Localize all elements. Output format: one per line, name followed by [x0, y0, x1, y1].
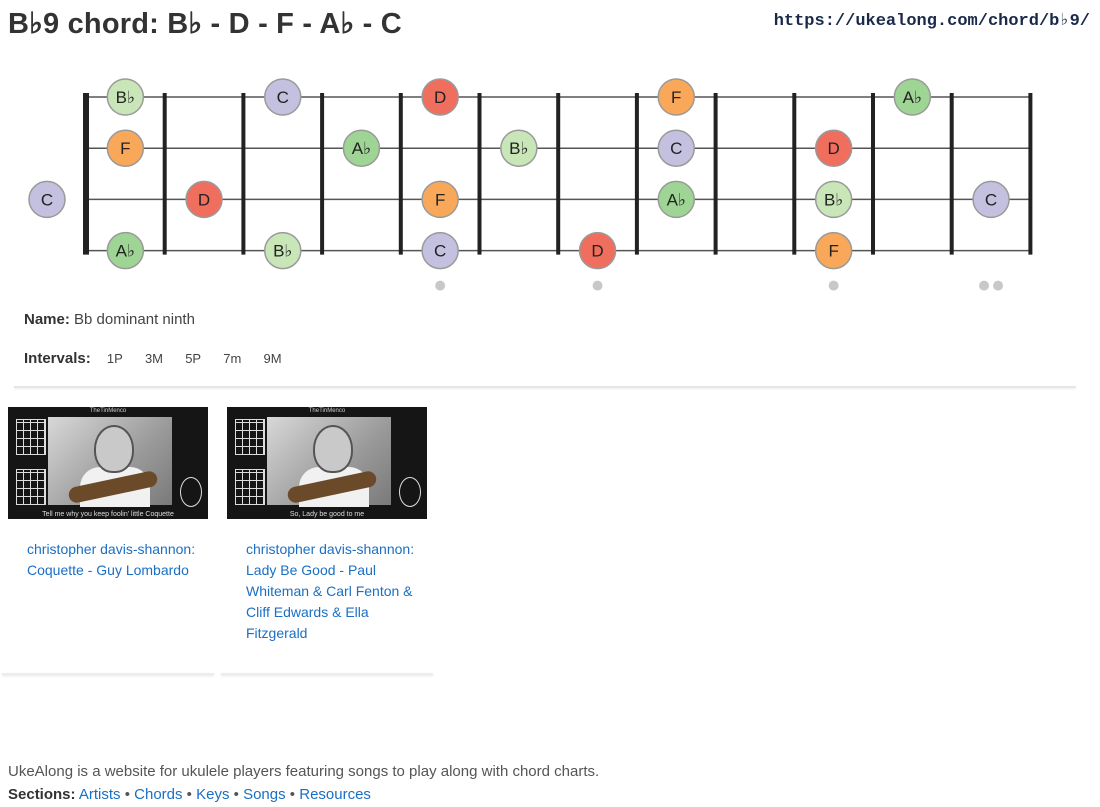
chord-diagram-icon: [235, 469, 265, 505]
video-card: TheTinMenco Tell me why you keep foolin'…: [2, 407, 214, 675]
note-label: A♭: [352, 139, 371, 158]
note-label: F: [120, 139, 130, 158]
note-label: D: [591, 242, 603, 261]
thumbnail-caption: So, Lady be good to me: [289, 511, 365, 518]
nav-link-chords[interactable]: Chords: [134, 786, 182, 803]
nav-separator: •: [186, 786, 192, 803]
page-url: https://ukealong.com/chord/b♭9/: [773, 12, 1090, 31]
note-label: C: [41, 190, 53, 209]
chord-diagram-icon: [235, 419, 265, 455]
note-label: A♭: [903, 88, 922, 107]
note-label: F: [828, 242, 838, 261]
chord-name-label: Name:: [24, 311, 70, 328]
fret-marker-dot: [993, 280, 1004, 291]
silhouette-logo-icon: [180, 477, 202, 507]
thumbnail-channel: TheTinMenco: [89, 408, 127, 414]
video-thumbnail[interactable]: TheTinMenco Tell me why you keep foolin'…: [8, 407, 208, 519]
interval-item: 7m: [223, 351, 242, 366]
note-label: F: [671, 88, 681, 107]
note-label: C: [670, 139, 682, 158]
note-label: B♭: [116, 88, 135, 107]
note-label: B♭: [824, 190, 843, 209]
sections-label: Sections:: [8, 786, 76, 803]
performer-photo: [48, 417, 172, 507]
note-label: A♭: [116, 242, 135, 261]
chord-name: Name: Bb dominant ninth: [24, 311, 195, 328]
silhouette-logo-icon: [399, 477, 421, 507]
chord-diagram-icon: [16, 469, 46, 505]
chord-intervals: Intervals: 1P 3M 5P 7m 9M: [24, 350, 282, 367]
fret-marker-dot: [592, 280, 603, 291]
note-label: B♭: [509, 139, 528, 158]
note-label: C: [277, 88, 289, 107]
video-link[interactable]: christopher davis-shannon: Coquette - Gu…: [27, 539, 197, 581]
interval-item: 9M: [263, 351, 282, 366]
chord-name-value: Bb dominant ninth: [74, 311, 195, 328]
nav-link-songs[interactable]: Songs: [243, 786, 286, 803]
nav-separator: •: [289, 786, 296, 803]
nav-separator: •: [124, 786, 130, 803]
interval-item: 3M: [144, 351, 164, 366]
sections-nav: Sections: Artists • Chords • Keys • Song…: [8, 786, 371, 803]
card-divider: [221, 673, 433, 675]
fret-marker-dot: [435, 280, 446, 291]
performer-photo: [267, 417, 391, 507]
note-label: C: [985, 190, 997, 209]
note-label: D: [434, 88, 446, 107]
section-divider: [14, 386, 1076, 388]
note-label: D: [198, 190, 210, 209]
note-label: A♭: [667, 190, 686, 209]
intervals-label: Intervals:: [24, 350, 91, 367]
note-label: F: [435, 190, 445, 209]
nav-link-resources[interactable]: Resources: [299, 786, 371, 803]
video-link[interactable]: christopher davis-shannon: Lady Be Good …: [246, 539, 416, 644]
note-label: D: [828, 139, 840, 158]
video-thumbnail[interactable]: TheTinMenco So, Lady be good to me: [227, 407, 427, 519]
fretboard-diagram: B♭ C D F A♭ F A♭ B♭ C D C D F A♭ B♭ C A♭ B♭ C D F: [28, 78, 1033, 291]
site-description: UkeAlong is a website for ukulele player…: [8, 763, 600, 780]
interval-item: 5P: [185, 351, 202, 366]
page-title: B♭9 chord: B♭ - D - F - A♭ - C: [8, 8, 402, 40]
fret-marker-dot: [828, 280, 839, 291]
chord-diagram-icon: [16, 419, 46, 455]
nav-link-keys[interactable]: Keys: [196, 786, 229, 803]
thumbnail-caption: Tell me why you keep foolin' little Coqu…: [42, 511, 174, 518]
card-divider: [2, 673, 214, 675]
note-label: B♭: [273, 242, 292, 261]
video-card: TheTinMenco So, Lady be good to me chris…: [221, 407, 433, 675]
interval-item: 1P: [106, 351, 123, 366]
note-label: C: [434, 242, 446, 261]
nav-link-artists[interactable]: Artists: [79, 786, 121, 803]
nav-separator: •: [233, 786, 239, 803]
thumbnail-channel: TheTinMenco: [308, 408, 346, 414]
fret-marker-dot: [979, 280, 990, 291]
